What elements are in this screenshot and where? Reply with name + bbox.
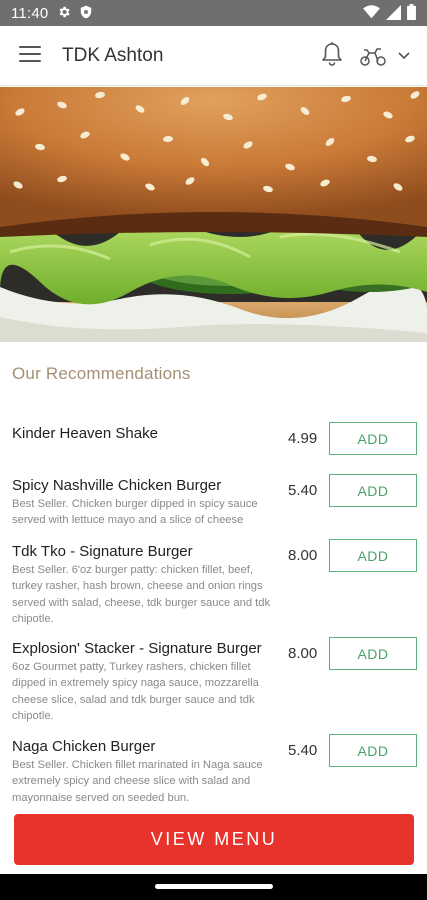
item-description: Best Seller. Chicken burger dipped in sp… [12,498,258,527]
menu-item[interactable]: Kinder Heaven Shake 4.99 ADD [12,422,417,455]
navigation-bar [0,874,427,900]
signal-icon [386,4,401,20]
menu-item[interactable]: Spicy Nashville Chicken Burger Best Sell… [12,474,417,529]
view-menu-button[interactable]: VIEW MENU [14,814,414,865]
app-bar: TDK Ashton [0,26,427,86]
status-time: 11:40 [11,5,49,22]
battery-icon [407,4,416,20]
burger-photo [0,87,427,342]
add-button[interactable]: ADD [329,422,417,455]
store-title: TDK Ashton [62,45,164,66]
item-price: 5.40 [288,482,318,499]
chevron-down-icon[interactable] [397,50,411,62]
item-price: 8.00 [288,645,318,662]
item-price: 4.99 [288,430,318,447]
recommendations-title: Our Recommendations [12,364,191,383]
item-price: 5.40 [288,742,318,759]
add-button[interactable]: ADD [329,637,417,670]
status-bar: 11:40 [0,0,427,26]
menu-icon[interactable] [19,46,41,64]
menu-item[interactable]: Naga Chicken Burger Best Seller. Chicken… [12,734,417,806]
shield-icon [80,5,92,19]
hero-burger-image [0,87,427,342]
item-description: Best Seller. Chicken fillet marinated in… [12,759,263,804]
gear-icon [59,6,70,18]
add-button[interactable]: ADD [329,734,417,767]
home-gesture-handle[interactable] [155,884,273,889]
menu-item[interactable]: Explosion' Stacker - Signature Burger 6o… [12,637,417,724]
bell-icon[interactable] [320,41,344,69]
scooter-icon[interactable] [359,45,387,67]
add-button[interactable]: ADD [329,474,417,507]
menu-item[interactable]: Tdk Tko - Signature Burger Best Seller. … [12,539,417,627]
add-button[interactable]: ADD [329,539,417,572]
item-description: 6oz Gourmet patty, Turkey rashers, chick… [12,661,259,722]
wifi-icon [363,5,380,19]
item-description: Best Seller. 6'oz burger patty: chicken … [12,564,271,625]
item-price: 8.00 [288,547,318,564]
